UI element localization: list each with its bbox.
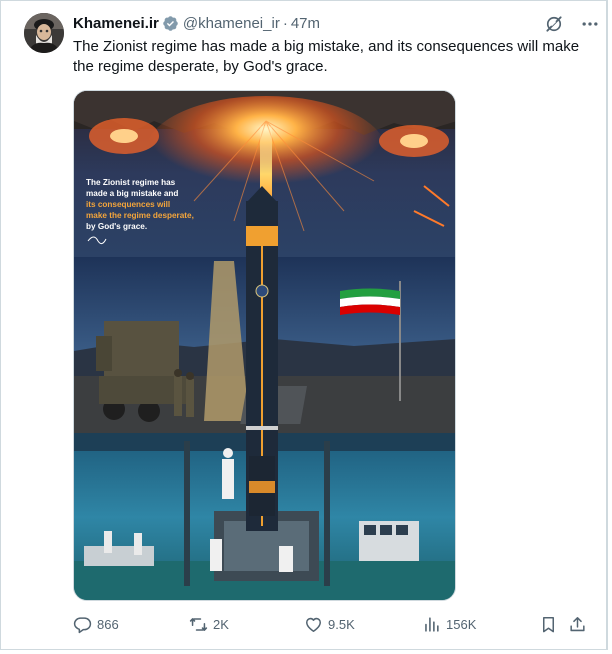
- heart-icon: [306, 617, 321, 632]
- author-name[interactable]: Khamenei.ir: [73, 15, 159, 32]
- media-image: The Zionist regime has made a big mistak…: [74, 91, 455, 600]
- views-button[interactable]: 156K: [422, 612, 476, 636]
- author-handle[interactable]: @khamenei_ir: [183, 15, 280, 32]
- tweet-actions: 866 2K 9.5K 156K: [73, 612, 593, 636]
- quote-line-4: make the regime desperate,: [86, 211, 194, 220]
- share-icon: [570, 616, 585, 631]
- top-right-actions: [544, 14, 600, 34]
- bookmark-icon: [542, 616, 555, 632]
- tweet-timestamp[interactable]: 47m: [291, 15, 320, 32]
- share-button[interactable]: [568, 612, 587, 636]
- views-icon: [425, 616, 439, 632]
- quote-line-5: by God's grace.: [86, 222, 147, 231]
- verified-badge-icon: [163, 15, 178, 31]
- reply-count: 866: [97, 616, 119, 632]
- tweet[interactable]: Khamenei.ir @khamenei_ir · 47m The Zioni…: [0, 0, 608, 650]
- repost-button[interactable]: 2K: [189, 612, 229, 636]
- tweet-media[interactable]: The Zionist regime has made a big mistak…: [73, 90, 456, 601]
- reply-button[interactable]: 866: [73, 612, 119, 636]
- quote-line-2: made a big mistake and: [86, 189, 178, 198]
- avatar-image: [24, 13, 64, 53]
- quote-line-1: The Zionist regime has: [86, 178, 176, 187]
- like-count: 9.5K: [328, 616, 355, 632]
- grok-icon[interactable]: [544, 14, 564, 34]
- separator-dot: ·: [282, 14, 288, 32]
- repost-icon: [189, 617, 208, 631]
- repost-count: 2K: [213, 616, 229, 632]
- quote-line-3: its consequences will: [86, 200, 170, 209]
- more-icon[interactable]: [580, 14, 600, 34]
- avatar[interactable]: [24, 13, 64, 53]
- tweet-text: The Zionist regime has made a big mistak…: [73, 38, 580, 75]
- views-count: 156K: [446, 616, 477, 632]
- tweet-header: Khamenei.ir @khamenei_ir · 47m: [73, 13, 320, 33]
- bookmark-button[interactable]: [539, 612, 558, 636]
- like-button[interactable]: 9.5K: [304, 612, 355, 636]
- reply-icon: [73, 616, 92, 633]
